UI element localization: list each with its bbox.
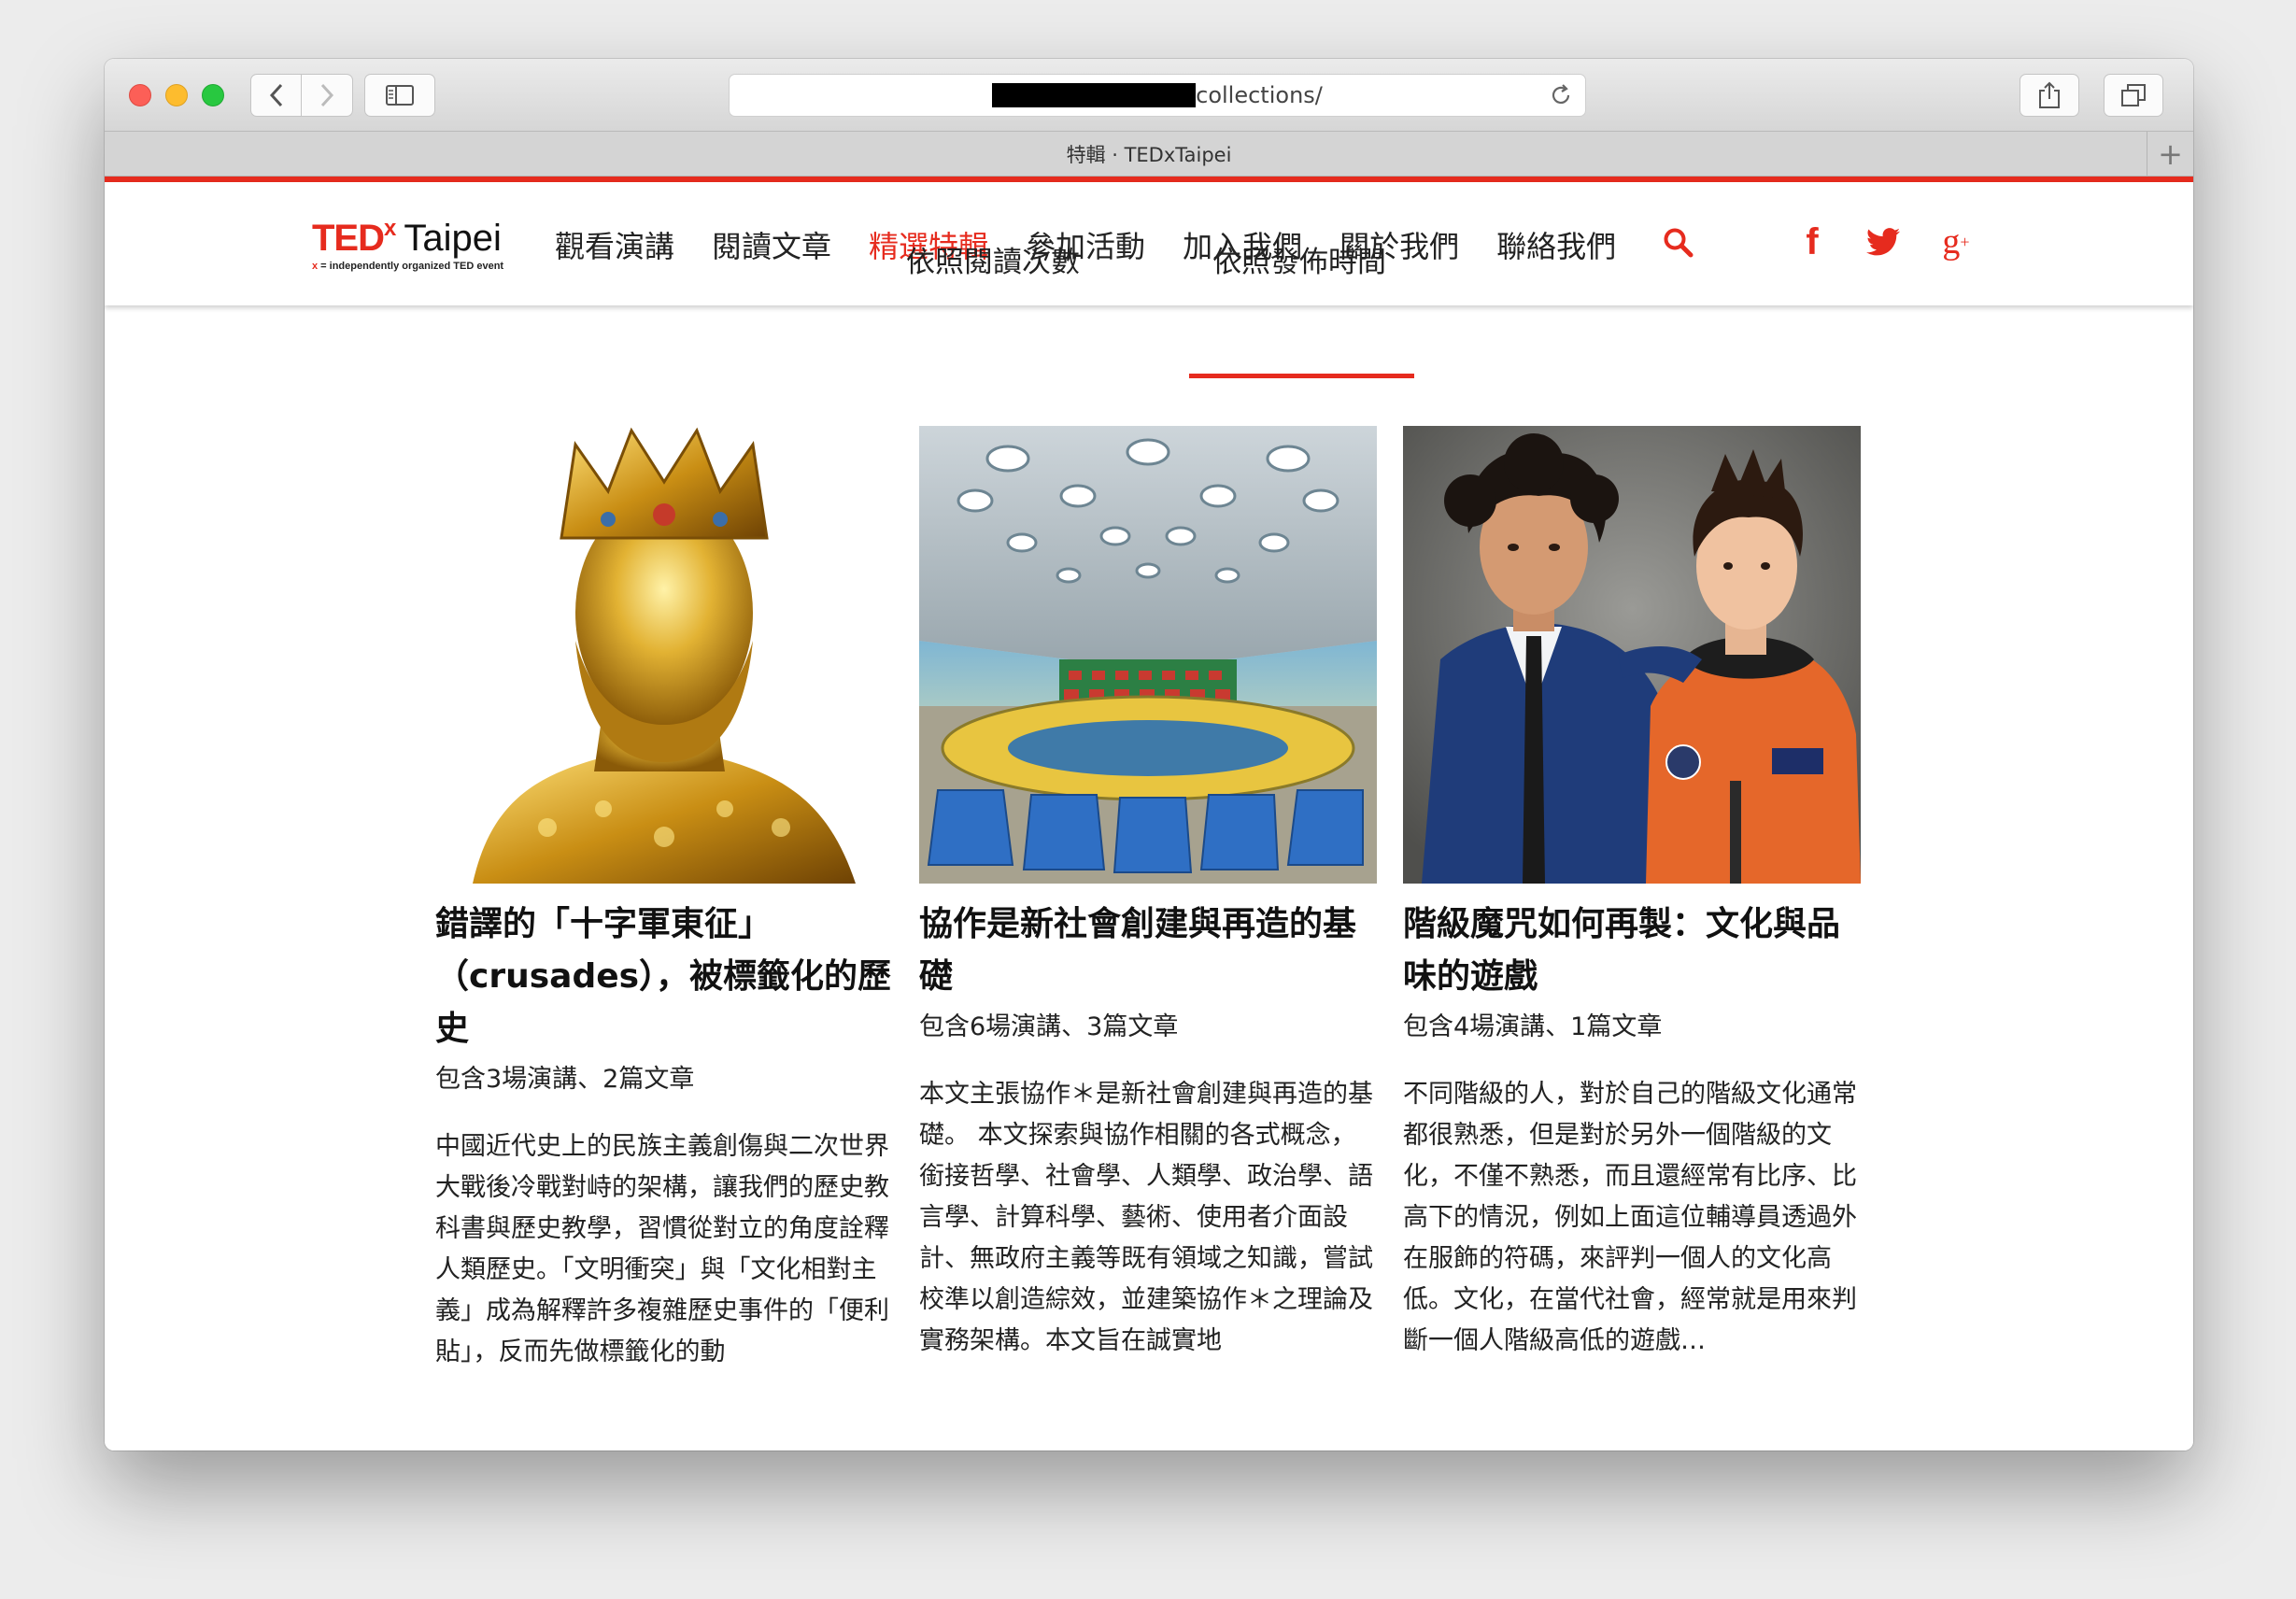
collection-title[interactable]: 協作是新社會創建與再造的基礎 [919,899,1377,1003]
url-text: collections/ [1196,82,1323,108]
site-header: TED x Taipei x = independently organized… [105,182,2193,305]
chevron-left-icon [269,83,282,107]
active-tab-indicator [1189,374,1414,378]
tab-bar: 特輯 · TEDxTaipei + [105,132,2193,177]
logo-ted: TED [312,218,385,259]
menu-item-read-articles[interactable]: 閱讀文章 [712,223,831,266]
logo-city: Taipei [404,218,502,259]
twitter-icon[interactable] [1861,219,1906,264]
collection-meta: 包含6場演講、3篇文章 [919,1012,1179,1041]
back-button[interactable] [250,74,302,117]
chevron-right-icon [320,83,334,107]
share-button[interactable] [2020,74,2079,117]
search-button[interactable] [1663,227,1694,262]
sort-by-date-tab[interactable]: 依照發佈時間 [1212,238,1386,280]
new-tab-button[interactable]: + [2147,132,2193,177]
logo-tagline: x = independently organized TED event [312,261,504,272]
search-icon [1664,228,1694,258]
sidebar-toggle-button[interactable] [364,74,435,117]
address-bar[interactable]: collections/ [729,74,1586,117]
redacted-url-part [992,83,1197,107]
collection-description: 中國近代史上的民族主義創傷與二次世界大戰後冷戰對峙的架構，讓我們的歷史教科書與歷… [435,1132,889,1366]
reload-button[interactable] [1548,82,1574,114]
tab-title[interactable]: 特輯 · TEDxTaipei [1067,140,1232,168]
web-page: TED x Taipei x = independently organized… [105,177,2193,1450]
google-plus-icon[interactable]: g + [1934,219,1978,264]
sort-by-views-tab[interactable]: 依照閱讀次數 [906,238,1080,280]
collection-title[interactable]: 錯譯的「十字軍東征」（crusades），被標籤化的歷史 [435,899,893,1055]
share-icon [2039,81,2060,108]
reload-icon [1552,84,1570,104]
collection-description: 不同階級的人，對於自己的階級文化通常都很熟悉，但是對於另外一個階級的文化，不僅不… [1403,1080,1857,1355]
show-all-tabs-button[interactable] [2104,74,2163,117]
browser-window: collections/ 特輯 · TEDxTaipei + TED x Tai… [105,59,2193,1450]
collection-description: 本文主張協作＊是新社會創建與再造的基礎。 本文探索與協作相關的各式概念，銜接哲學… [919,1080,1373,1355]
menu-item-contact-us[interactable]: 聯絡我們 [1496,223,1616,266]
menu-item-watch-talks[interactable]: 觀看演講 [555,223,674,266]
close-window-button[interactable] [129,84,151,106]
tedx-taipei-logo[interactable]: TED x Taipei x = independently organized… [312,216,504,273]
browser-toolbar: collections/ [105,59,2193,132]
collection-card[interactable]: 協作是新社會創建與再造的基礎 包含6場演講、3篇文章 本文主張協作＊是新社會創建… [919,426,1377,1362]
collection-card[interactable]: 階級魔咒如何再製：文化與品味的遊戲 包含4場演講、1篇文章 不同階級的人，對於自… [1403,426,1861,1362]
history-nav [250,74,353,117]
collection-meta: 包含4場演講、1篇文章 [1403,1012,1663,1041]
collection-meta: 包含3場演講、2篇文章 [435,1065,695,1094]
collection-image-two-men[interactable] [1403,426,1861,884]
collection-title[interactable]: 階級魔咒如何再製：文化與品味的遊戲 [1403,899,1861,1003]
collection-card[interactable]: 錯譯的「十字軍東征」（crusades），被標籤化的歷史 包含3場演講、2篇文章… [435,426,893,1373]
zoom-window-button[interactable] [202,84,224,106]
collection-image-golden-bust[interactable] [435,426,893,884]
collection-image-conference-hall[interactable] [919,426,1377,884]
sidebar-icon [386,85,414,106]
main-menu: 觀看演講 閱讀文章 精選特輯 參加活動 加入我們 關於我們 聯絡我們 [555,223,1653,266]
minimize-window-button[interactable] [165,84,188,106]
forward-button[interactable] [302,74,353,117]
logo-x: x [384,216,397,241]
tabs-icon [2121,84,2146,106]
facebook-icon[interactable]: f [1790,219,1835,264]
